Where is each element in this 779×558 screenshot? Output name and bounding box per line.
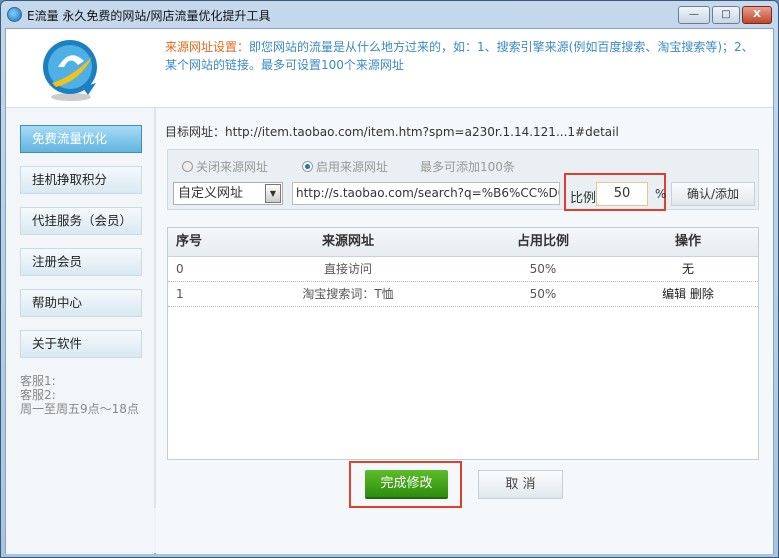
contact-1: 客服1: xyxy=(20,374,56,388)
radio-disable-label: 关闭来源网址 xyxy=(196,160,269,174)
sidebar-item-free-traffic[interactable]: 免费流量优化 xyxy=(20,125,142,153)
radio-disable-source[interactable]: 关闭来源网址 xyxy=(182,158,268,175)
ratio-unit: % xyxy=(655,187,667,201)
cancel-button[interactable]: 取 消 xyxy=(478,470,563,499)
chevron-down-icon[interactable]: ▼ xyxy=(265,184,281,203)
cell-source: 直接访问 xyxy=(323,262,372,276)
done-button[interactable]: 完成修改 xyxy=(365,470,448,499)
cell-source: 淘宝搜索词：T恤 xyxy=(302,287,394,301)
radio-on-icon xyxy=(302,161,313,172)
window-title: E流量 永久免费的网站/网店流量优化提升工具 xyxy=(27,9,271,23)
maximize-button[interactable]: □ xyxy=(712,6,740,24)
app-window: E流量 永久免费的网站/网店流量优化提升工具 — □ X 来源网址设置：即您网站… xyxy=(0,0,779,558)
sidebar: 免费流量优化 挂机挣取积分 代挂服务（会员） 注册会员 帮助中心 关于软件 客服… xyxy=(6,108,154,554)
minimize-button[interactable]: — xyxy=(678,6,710,24)
source-settings-panel: 关闭来源网址 启用来源网址 最多可添加100条 自定义网址 ▼ http://s.… xyxy=(167,149,759,211)
radio-off-icon xyxy=(182,161,193,172)
cell-no: 0 xyxy=(176,262,184,276)
description-text: 即您网站的流量是从什么地方过来的，如：1、搜索引擎来源(例如百度搜索、淘宝搜索等… xyxy=(165,40,754,72)
target-url: http://item.taobao.com/item.htm?spm=a230… xyxy=(225,125,619,139)
cell-action: 无 xyxy=(681,262,694,276)
table-header: 序号 来源网址 占用比例 操作 xyxy=(168,228,758,257)
cell-ratio: 50% xyxy=(529,287,557,301)
radio-enable-source[interactable]: 启用来源网址 xyxy=(302,158,388,175)
sidebar-item-help[interactable]: 帮助中心 xyxy=(20,289,142,317)
close-button[interactable]: X xyxy=(742,6,772,24)
logo-icon xyxy=(43,40,97,101)
ratio-label: 比例 xyxy=(570,191,597,206)
service-hours: 周一至周五9点～18点 xyxy=(20,402,139,416)
description-highlight: 来源网址设置： xyxy=(165,40,250,54)
source-url-input[interactable]: http://s.taobao.com/search?q=%B6%CC%D0%E… xyxy=(292,182,560,205)
table-row: 0 直接访问 50% 无 xyxy=(168,257,758,282)
source-type-value: 自定义网址 xyxy=(178,186,244,201)
source-table: 序号 来源网址 占用比例 操作 0 直接访问 50% 无 1 淘宝搜索词：T恤 … xyxy=(167,227,759,460)
ratio-input[interactable]: 50 xyxy=(596,182,648,206)
col-ratio: 占用比例 xyxy=(516,234,569,249)
header: 来源网址设置：即您网站的流量是从什么地方过来的，如：1、搜索引擎来源(例如百度搜… xyxy=(6,29,773,107)
sidebar-item-proxy-service[interactable]: 代挂服务（会员） xyxy=(20,207,142,235)
sidebar-item-register[interactable]: 注册会员 xyxy=(20,248,142,276)
sidebar-item-earn-points[interactable]: 挂机挣取积分 xyxy=(20,166,142,194)
table-row: 1 淘宝搜索词：T恤 50% 编辑 删除 xyxy=(168,282,758,307)
main-panel: 目标网址：http://item.taobao.com/item.htm?spm… xyxy=(156,108,773,554)
col-source: 来源网址 xyxy=(321,234,374,249)
source-type-select[interactable]: 自定义网址 ▼ xyxy=(173,182,283,205)
edit-delete-links[interactable]: 编辑 删除 xyxy=(618,282,758,306)
target-label: 目标网址： xyxy=(165,125,226,139)
sidebar-item-about[interactable]: 关于软件 xyxy=(20,330,142,358)
app-icon xyxy=(7,7,22,22)
max-note: 最多可添加100条 xyxy=(420,160,515,174)
confirm-add-button[interactable]: 确认/添加 xyxy=(671,182,755,206)
cell-no: 1 xyxy=(176,287,184,301)
col-action: 操作 xyxy=(674,234,701,249)
col-no: 序号 xyxy=(176,234,203,249)
radio-enable-label: 启用来源网址 xyxy=(316,160,389,174)
contact-2: 客服2: xyxy=(20,388,56,402)
contact-info: 客服1: 客服2: 周一至周五9点～18点 xyxy=(20,374,139,416)
title-bar: E流量 永久免费的网站/网店流量优化提升工具 — □ X xyxy=(1,1,778,27)
cell-ratio: 50% xyxy=(529,262,557,276)
